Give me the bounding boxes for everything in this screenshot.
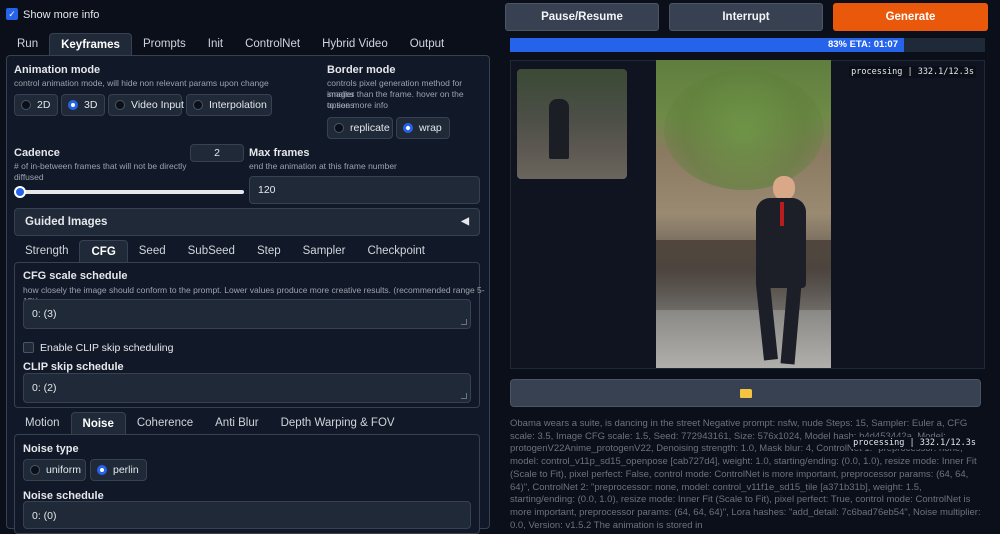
triangle-left-icon: ◀ (461, 216, 469, 227)
radio-replicate[interactable]: replicate (327, 117, 393, 139)
radio-circle (115, 100, 125, 110)
tab-init[interactable]: Init (197, 33, 234, 55)
radio-label: Interpolation (209, 99, 267, 111)
radio-circle (334, 123, 344, 133)
show-more-info-checkbox[interactable]: ✓ (6, 8, 18, 20)
animation-mode-title: Animation mode (14, 64, 101, 76)
cadence-slider-track[interactable] (16, 190, 244, 194)
tab-keyframes[interactable]: Keyframes (49, 33, 132, 55)
guided-images-accordion[interactable]: Guided Images ◀ (14, 208, 480, 236)
log-status: processing | 332.1/12.3s (851, 437, 978, 449)
radio-interpolation[interactable]: Interpolation (186, 94, 272, 116)
radio-circle (97, 465, 107, 475)
clip-skip-checkbox[interactable] (23, 342, 34, 353)
radio-label: Video Input (131, 99, 184, 111)
radio-label: 2D (37, 99, 51, 111)
clip-skip-title: CLIP skip schedule (23, 361, 124, 373)
max-frames-info: end the animation at this frame number (249, 161, 397, 171)
main-preview-image[interactable] (656, 60, 831, 368)
generate-button[interactable]: Generate (833, 3, 988, 31)
tab-noise[interactable]: Noise (70, 412, 126, 434)
schedule-tabs: Strength CFG Seed SubSeed Step Sampler C… (14, 240, 436, 262)
radio-circle (403, 123, 413, 133)
tab-step[interactable]: Step (246, 240, 292, 262)
radio-label: wrap (419, 122, 442, 134)
radio-label: replicate (350, 122, 390, 134)
tab-coherence[interactable]: Coherence (126, 412, 204, 434)
folder-icon (739, 388, 752, 398)
cadence-slider-thumb[interactable] (14, 186, 26, 198)
noise-type-title: Noise type (23, 443, 79, 455)
clip-skip-value: 0: (2) (32, 382, 57, 394)
radio-2d[interactable]: 2D (14, 94, 58, 116)
tab-output[interactable]: Output (399, 33, 456, 55)
output-column: Pause/Resume Interrupt Generate 83% ETA:… (500, 0, 1000, 529)
radio-label: perlin (113, 464, 139, 476)
tab-hybrid-video[interactable]: Hybrid Video (311, 33, 399, 55)
interrupt-button[interactable]: Interrupt (669, 3, 823, 31)
pause-resume-button[interactable]: Pause/Resume (505, 3, 659, 31)
tab-depth-warping[interactable]: Depth Warping & FOV (270, 412, 406, 434)
progress-text: 83% ETA: 01:07 (827, 39, 898, 50)
radio-circle (21, 100, 31, 110)
tab-motion[interactable]: Motion (14, 412, 71, 434)
tab-subseed[interactable]: SubSeed (177, 240, 246, 262)
open-folder-button[interactable] (510, 379, 981, 407)
cadence-info-1: # of in-between frames that will not be … (14, 161, 187, 171)
tab-strength[interactable]: Strength (14, 240, 79, 262)
cfg-title: CFG scale schedule (23, 270, 128, 282)
settings-column: ✓ Show more info Run Keyframes Prompts I… (0, 0, 490, 534)
radio-circle (30, 465, 40, 475)
show-more-info-label: Show more info (23, 9, 100, 21)
tab-sampler[interactable]: Sampler (292, 240, 357, 262)
border-mode-title: Border mode (327, 64, 396, 76)
tab-run[interactable]: Run (6, 33, 49, 55)
clip-skip-schedule-input[interactable]: 0: (2) (23, 373, 471, 403)
tab-checkpoint[interactable]: Checkpoint (356, 240, 436, 262)
resize-grip-icon[interactable] (461, 319, 467, 325)
tab-controlnet[interactable]: ControlNet (234, 33, 311, 55)
radio-uniform[interactable]: uniform (23, 459, 86, 481)
noise-schedule-value: 0: (0) (32, 510, 57, 522)
radio-label: 3D (84, 99, 98, 111)
tab-cfg[interactable]: CFG (79, 240, 128, 262)
gallery-preview: processing | 332.1/12.3s (510, 60, 985, 369)
tab-prompts[interactable]: Prompts (132, 33, 197, 55)
radio-circle (193, 100, 203, 110)
guided-images-label: Guided Images (25, 216, 108, 228)
radio-wrap[interactable]: wrap (396, 117, 450, 139)
border-mode-info-3: to see more info (327, 100, 388, 110)
cadence-title: Cadence (14, 147, 60, 159)
radio-perlin[interactable]: perlin (90, 459, 147, 481)
cfg-schedule-input[interactable]: 0: (3) (23, 299, 471, 329)
progress-bar: 83% ETA: 01:07 (510, 38, 985, 52)
tab-anti-blur[interactable]: Anti Blur (204, 412, 269, 434)
cadence-info-2: diffused (14, 172, 44, 182)
noise-tabs: Motion Noise Coherence Anti Blur Depth W… (14, 412, 406, 434)
tab-seed[interactable]: Seed (128, 240, 177, 262)
cfg-schedule-value: 0: (3) (32, 308, 57, 320)
main-tabs: Run Keyframes Prompts Init ControlNet Hy… (6, 33, 455, 55)
figure-head (773, 176, 795, 200)
max-frames-title: Max frames (249, 147, 310, 159)
thumbnail-figure (549, 99, 569, 159)
noise-schedule-input[interactable]: 0: (0) (23, 501, 471, 529)
figure-tie (780, 202, 784, 226)
animation-mode-info: control animation mode, will hide non re… (14, 78, 269, 88)
gallery-thumbnail[interactable] (517, 69, 627, 179)
max-frames-input[interactable]: 120 (249, 176, 480, 204)
radio-label: uniform (46, 464, 82, 476)
clip-skip-checkbox-label: Enable CLIP skip scheduling (40, 342, 174, 354)
radio-circle (68, 100, 78, 110)
resize-grip-icon[interactable] (461, 393, 467, 399)
radio-video-input[interactable]: Video Input (108, 94, 184, 116)
generation-info-log: Obama wears a suite, is dancing in the s… (510, 418, 981, 529)
preview-status: processing | 332.1/12.3s (849, 66, 976, 78)
radio-3d[interactable]: 3D (61, 94, 105, 116)
tree-foliage (664, 70, 824, 190)
cadence-number-input[interactable]: 2 (190, 144, 244, 162)
